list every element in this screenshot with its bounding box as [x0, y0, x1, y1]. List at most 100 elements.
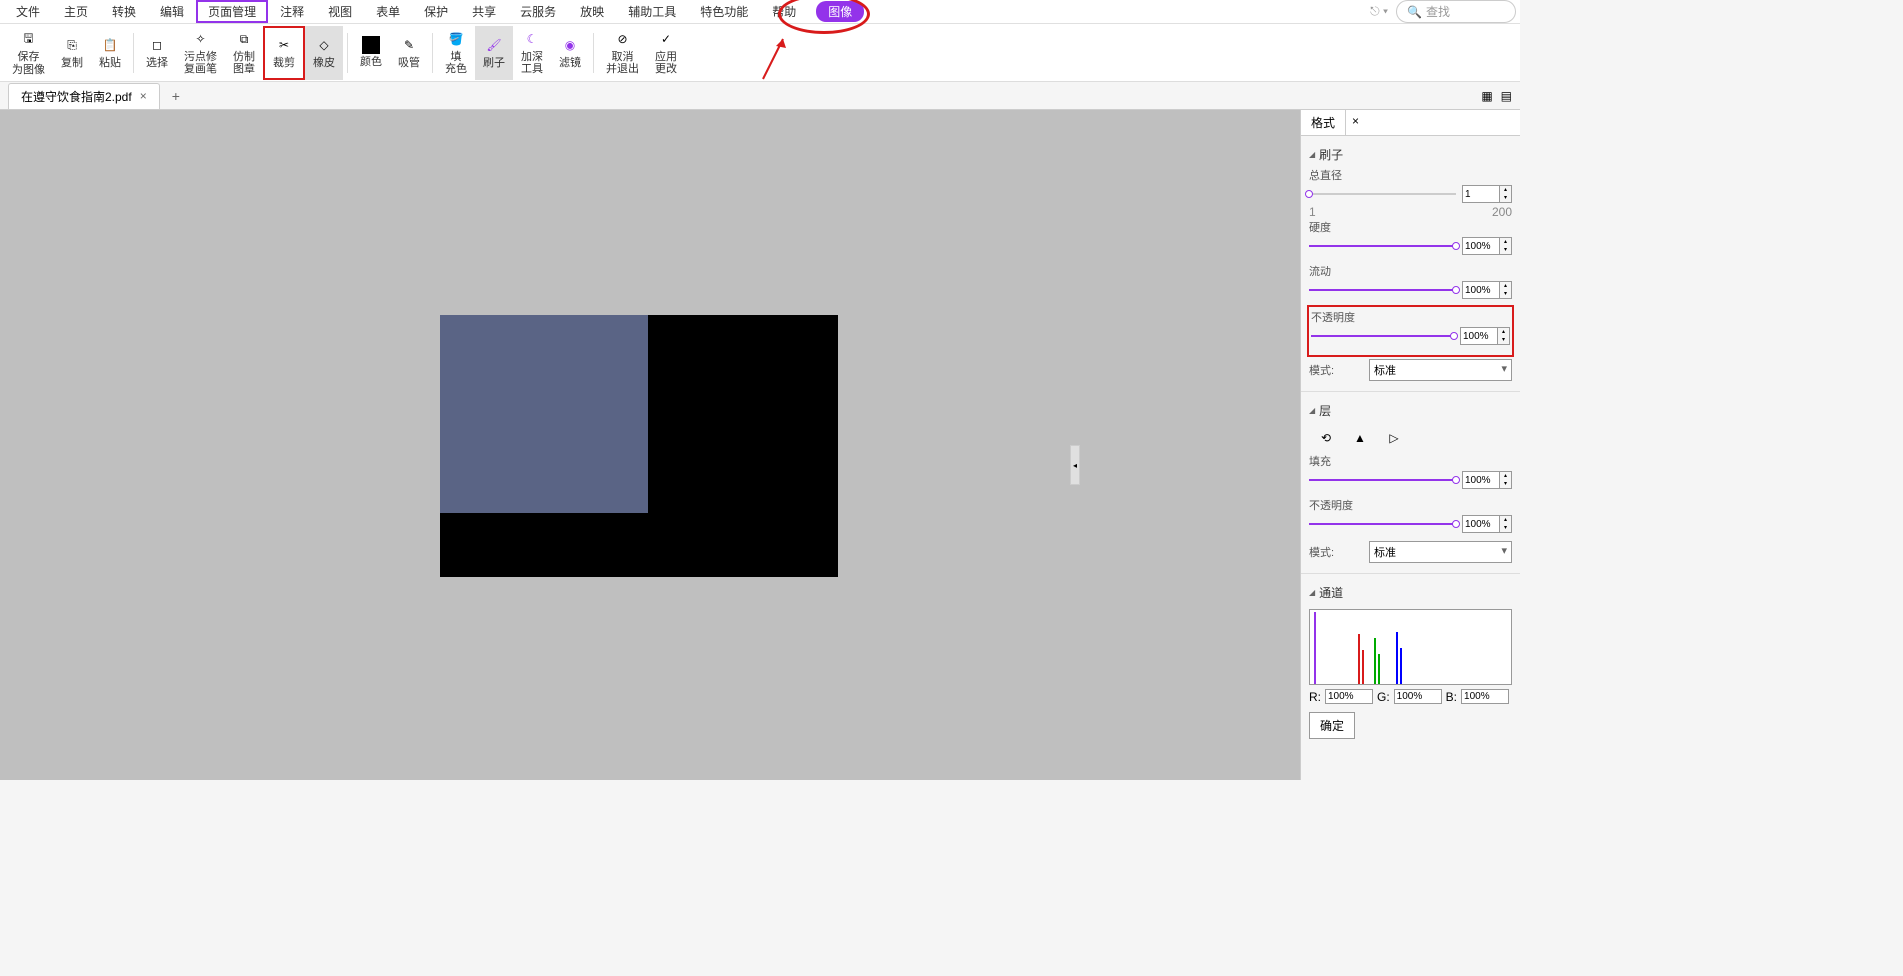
tool-eyedropper[interactable]: ✎吸管	[390, 26, 428, 80]
r-input[interactable]	[1325, 689, 1373, 704]
diameter-spinner[interactable]: ▴▾	[1462, 185, 1512, 203]
ok-button[interactable]: 确定	[1309, 712, 1355, 739]
separator	[432, 33, 433, 73]
tool-paste[interactable]: 📋粘贴	[91, 26, 129, 80]
dropdown-icon[interactable]: ⎋ ▾	[1370, 4, 1388, 19]
canvas-area[interactable]: ◂	[0, 110, 1300, 780]
panel-collapse-handle[interactable]: ◂	[1070, 445, 1080, 485]
heal-icon: ✧	[191, 30, 211, 50]
brush-opacity-slider[interactable]	[1311, 335, 1454, 337]
tool-crop[interactable]: ✂裁剪	[263, 26, 305, 80]
section-layer[interactable]: 层	[1309, 398, 1512, 423]
search-box[interactable]: 🔍 查找	[1396, 0, 1516, 23]
b-label: B:	[1446, 690, 1457, 704]
hardness-slider[interactable]	[1309, 245, 1456, 247]
canvas-blue-region	[440, 315, 648, 513]
menu-share[interactable]: 共享	[460, 0, 508, 23]
eraser-icon: ◇	[314, 35, 334, 55]
menu-accessibility[interactable]: 辅助工具	[616, 0, 688, 23]
menu-help[interactable]: 帮助	[760, 0, 808, 23]
eyedropper-icon: ✎	[399, 35, 419, 55]
diameter-slider[interactable]	[1309, 193, 1456, 195]
brush-mode-label: 模式:	[1309, 362, 1369, 378]
document-tab-label: 在遵守饮食指南2.pdf	[21, 88, 132, 105]
menu-convert[interactable]: 转换	[100, 0, 148, 23]
document-tab[interactable]: 在遵守饮食指南2.pdf ×	[8, 83, 160, 109]
flow-label: 流动	[1309, 263, 1369, 279]
burn-icon: ☾	[522, 30, 542, 50]
canvas-image[interactable]	[440, 315, 838, 577]
brush-opacity-label: 不透明度	[1311, 309, 1371, 325]
brush-mode-select[interactable]: 标准	[1369, 359, 1512, 381]
g-label: G:	[1377, 690, 1390, 704]
tool-clone-stamp[interactable]: ⧉仿制图章	[225, 26, 263, 80]
paste-icon: 📋	[100, 35, 120, 55]
hardness-spinner[interactable]: ▴▾	[1462, 237, 1512, 255]
flow-slider[interactable]	[1309, 289, 1456, 291]
apply-icon: ✓	[656, 30, 676, 50]
hardness-label: 硬度	[1309, 219, 1369, 235]
g-input[interactable]	[1394, 689, 1442, 704]
fill-spinner[interactable]: ▴▾	[1462, 471, 1512, 489]
tool-cancel-exit[interactable]: ⊘取消并退出	[598, 26, 647, 80]
layer-opacity-slider[interactable]	[1309, 523, 1456, 525]
tool-burn[interactable]: ☾加深工具	[513, 26, 551, 80]
grid-view-icon[interactable]: ▦	[1481, 89, 1492, 103]
menu-home[interactable]: 主页	[52, 0, 100, 23]
tool-save-as-image[interactable]: 🖫保存为图像	[4, 26, 53, 80]
color-icon	[362, 36, 380, 54]
section-channel[interactable]: 通道	[1309, 580, 1512, 605]
tool-eraser[interactable]: ◇橡皮	[305, 26, 343, 80]
layer-opacity-spinner[interactable]: ▴▾	[1462, 515, 1512, 533]
r-label: R:	[1309, 690, 1321, 704]
layer-opacity-label: 不透明度	[1309, 497, 1369, 513]
histogram	[1309, 609, 1512, 685]
layer-rotate-icon[interactable]: ⟲	[1317, 429, 1335, 447]
menu-cloud[interactable]: 云服务	[508, 0, 568, 23]
stamp-icon: ⧉	[234, 30, 254, 50]
save-icon: 🖫	[19, 29, 39, 49]
menu-form[interactable]: 表单	[364, 0, 412, 23]
diameter-label: 总直径	[1309, 167, 1369, 183]
menu-edit[interactable]: 编辑	[148, 0, 196, 23]
tool-apply-changes[interactable]: ✓应用更改	[647, 26, 685, 80]
brush-opacity-spinner[interactable]: ▴▾	[1460, 327, 1510, 345]
tool-copy[interactable]: ⎘复制	[53, 26, 91, 80]
layer-flip-h-icon[interactable]: ▷	[1385, 429, 1403, 447]
fill-label: 填充	[1309, 453, 1369, 469]
menu-annotate[interactable]: 注释	[268, 0, 316, 23]
menu-view[interactable]: 视图	[316, 0, 364, 23]
separator	[133, 33, 134, 73]
menu-slideshow[interactable]: 放映	[568, 0, 616, 23]
menu-protect[interactable]: 保护	[412, 0, 460, 23]
layer-flip-v-icon[interactable]: ▲	[1351, 429, 1369, 447]
panel-tab-format[interactable]: 格式	[1301, 110, 1346, 135]
crop-icon: ✂	[274, 35, 294, 55]
tool-filter[interactable]: ◉滤镜	[551, 26, 589, 80]
tool-color[interactable]: 颜色	[352, 26, 390, 80]
layer-mode-select[interactable]: 标准	[1369, 541, 1512, 563]
tab-add-button[interactable]: +	[172, 88, 180, 104]
tool-fill[interactable]: 🪣填充色	[437, 26, 475, 80]
format-panel: 格式 × 刷子 总直径 ▴▾ 1200 硬度 ▴▾ 流动 ▴▾ 不透明度	[1300, 110, 1520, 780]
layer-mode-label: 模式:	[1309, 544, 1369, 560]
search-icon: 🔍	[1407, 5, 1422, 19]
tab-close-icon[interactable]: ×	[140, 89, 147, 103]
single-view-icon[interactable]: ▤	[1501, 89, 1512, 103]
fill-icon: 🪣	[446, 30, 466, 50]
tool-brush[interactable]: 🖌刷子	[475, 26, 513, 80]
tool-spot-heal[interactable]: ✧污点修复画笔	[176, 26, 225, 80]
brush-icon: 🖌	[484, 35, 504, 55]
menu-features[interactable]: 特色功能	[688, 0, 760, 23]
separator	[593, 33, 594, 73]
flow-spinner[interactable]: ▴▾	[1462, 281, 1512, 299]
b-input[interactable]	[1461, 689, 1509, 704]
section-brush[interactable]: 刷子	[1309, 142, 1512, 167]
copy-icon: ⎘	[62, 35, 82, 55]
menu-image-tab[interactable]: 图像	[816, 1, 864, 22]
menu-page-manage[interactable]: 页面管理	[196, 0, 268, 23]
fill-slider[interactable]	[1309, 479, 1456, 481]
panel-tab-close[interactable]: ×	[1346, 110, 1365, 135]
menu-file[interactable]: 文件	[4, 0, 52, 23]
tool-select[interactable]: ◻选择	[138, 26, 176, 80]
